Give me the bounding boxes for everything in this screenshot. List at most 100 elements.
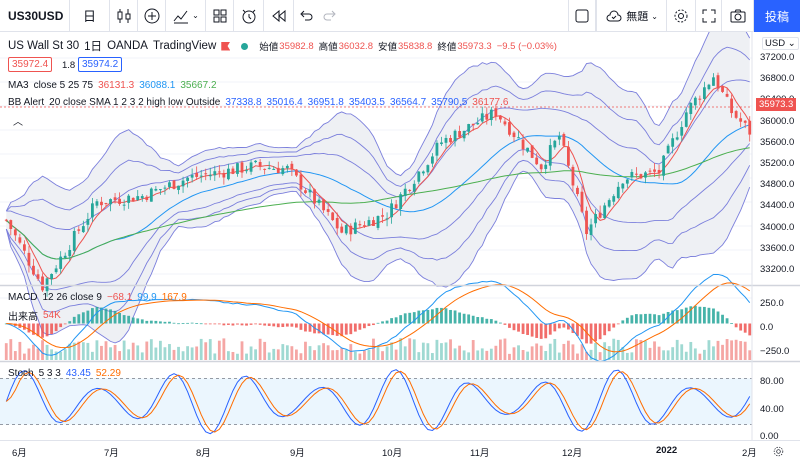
candle-body (263, 168, 267, 170)
candle-body (408, 189, 412, 191)
macd-hist-bar (734, 323, 738, 328)
chart-settings-button[interactable] (768, 443, 788, 459)
ma3-params: close 5 25 75 (33, 80, 94, 91)
macd-hist-bar (698, 306, 702, 324)
symbol-search-button[interactable]: US30USD (0, 0, 70, 32)
snapshot-button[interactable] (722, 0, 754, 32)
layout-button[interactable] (206, 0, 234, 32)
volume-bar (27, 348, 31, 360)
candle-body (313, 189, 316, 204)
candle-body (503, 121, 507, 125)
chart-type-button[interactable] (110, 0, 138, 32)
stoch-k-value: 43.45 (65, 368, 91, 379)
currency-select[interactable]: USD ⌄ (762, 37, 799, 50)
volume-legend[interactable]: 出来高 54K (8, 308, 61, 323)
candle-body (267, 167, 271, 169)
macd-hist-bar (408, 312, 412, 324)
camera-icon (730, 9, 745, 23)
macd-hist-bar (208, 323, 212, 325)
volume-bar (81, 342, 85, 360)
flag-icon[interactable] (221, 41, 231, 51)
macd-hist-bar (616, 323, 620, 325)
settings-button[interactable] (666, 0, 696, 32)
macd-hist-bar (240, 323, 244, 326)
macd-hist-bar (539, 323, 543, 339)
price-tick-label: 34800.0 (760, 179, 795, 191)
ma3-legend[interactable]: MA3 close 5 25 75 36131.3 36088.1 35667.… (8, 80, 217, 91)
stoch-legend[interactable]: Stoch 5 3 3 43.45 52.29 (8, 368, 121, 379)
volume-bar (41, 340, 44, 360)
candle-body (571, 166, 575, 186)
redo-button[interactable] (318, 0, 342, 32)
volume-bar (675, 339, 679, 360)
macd-hist-bar (154, 320, 158, 324)
volume-bar (95, 340, 99, 360)
candle-body (358, 224, 362, 226)
macd-hist-bar (131, 317, 135, 324)
bb-legend[interactable]: BB Alert 20 close SMA 1 2 3 2 high low O… (8, 97, 508, 108)
volume-bar (566, 340, 570, 360)
volume-bar (118, 351, 122, 360)
macd-hist-bar (603, 323, 607, 336)
sell-button[interactable]: 35972.4 (8, 57, 53, 72)
collapse-legend-button[interactable]: ︿ (10, 113, 26, 128)
candle-body (639, 174, 643, 179)
volume-bar (317, 345, 321, 360)
undo-button[interactable] (294, 0, 318, 32)
macd-hist-bar (304, 323, 307, 332)
replay-button[interactable] (264, 0, 294, 32)
macd-hist-bar (625, 317, 629, 324)
interval-button[interactable]: 日 (70, 0, 110, 32)
volume-bar (412, 339, 416, 360)
volume-bar (9, 339, 13, 360)
macd-legend[interactable]: MACD 12 26 close 9 −68.1 99.9 167.9 (8, 292, 187, 303)
macd-hist-bar (512, 323, 516, 331)
macd-hist-bar (77, 314, 81, 324)
candle-body (480, 113, 484, 122)
bb-value: 36564.7 (389, 97, 427, 108)
candle-body (440, 142, 443, 145)
fullscreen-select-button[interactable] (568, 0, 597, 32)
alert-button[interactable] (234, 0, 264, 32)
volume-bar (453, 348, 457, 360)
fullscreen-button[interactable] (696, 0, 722, 32)
indicators-button[interactable]: ⌄ (166, 0, 206, 32)
macd-hist-bar (494, 320, 498, 324)
stoch-params: 5 3 3 (38, 368, 61, 379)
volume-bar (349, 344, 353, 360)
volume-bar (739, 341, 743, 360)
macd-hist-bar (621, 320, 625, 324)
macd-hist-bar (72, 316, 76, 324)
volume-bar (104, 341, 108, 360)
macd-hist-bar (476, 317, 480, 324)
volume-bar (734, 339, 738, 360)
candle-body (535, 157, 539, 165)
candle-body (390, 203, 394, 218)
candle-body (508, 122, 511, 135)
time-axis[interactable]: 6月 7月 8月 9月 10月 11月 12月 2022 2月 (0, 440, 800, 460)
macd-hist-bar (517, 323, 520, 332)
buy-button[interactable]: 35974.2 (78, 57, 123, 72)
macd-hist-bar (712, 308, 715, 324)
layout-name-button[interactable]: 無題 ⌄ (596, 0, 666, 32)
candle-body (145, 196, 149, 200)
candle-body (163, 187, 167, 189)
volume-bar (258, 338, 262, 360)
volume-bar (458, 345, 462, 360)
macd-hist-bar (693, 305, 697, 324)
candle-body (349, 225, 353, 235)
macd-hist-bar (612, 323, 616, 328)
macd-hist-bar (362, 323, 366, 329)
volume-bar (136, 345, 140, 360)
stoch-d-value: 52.29 (95, 368, 121, 379)
macd-hist-bar (158, 321, 162, 324)
candle-body (154, 188, 158, 191)
candle-body (630, 172, 634, 178)
ma3-value-slow: 35667.2 (180, 80, 217, 91)
compare-button[interactable] (138, 0, 166, 32)
post-button[interactable]: 投稿 (754, 0, 800, 32)
macd-hist-value: −68.1 (106, 292, 133, 303)
candle-body (544, 164, 548, 169)
ma3-value-fast: 36131.3 (98, 80, 135, 91)
volume-bar (657, 346, 661, 360)
